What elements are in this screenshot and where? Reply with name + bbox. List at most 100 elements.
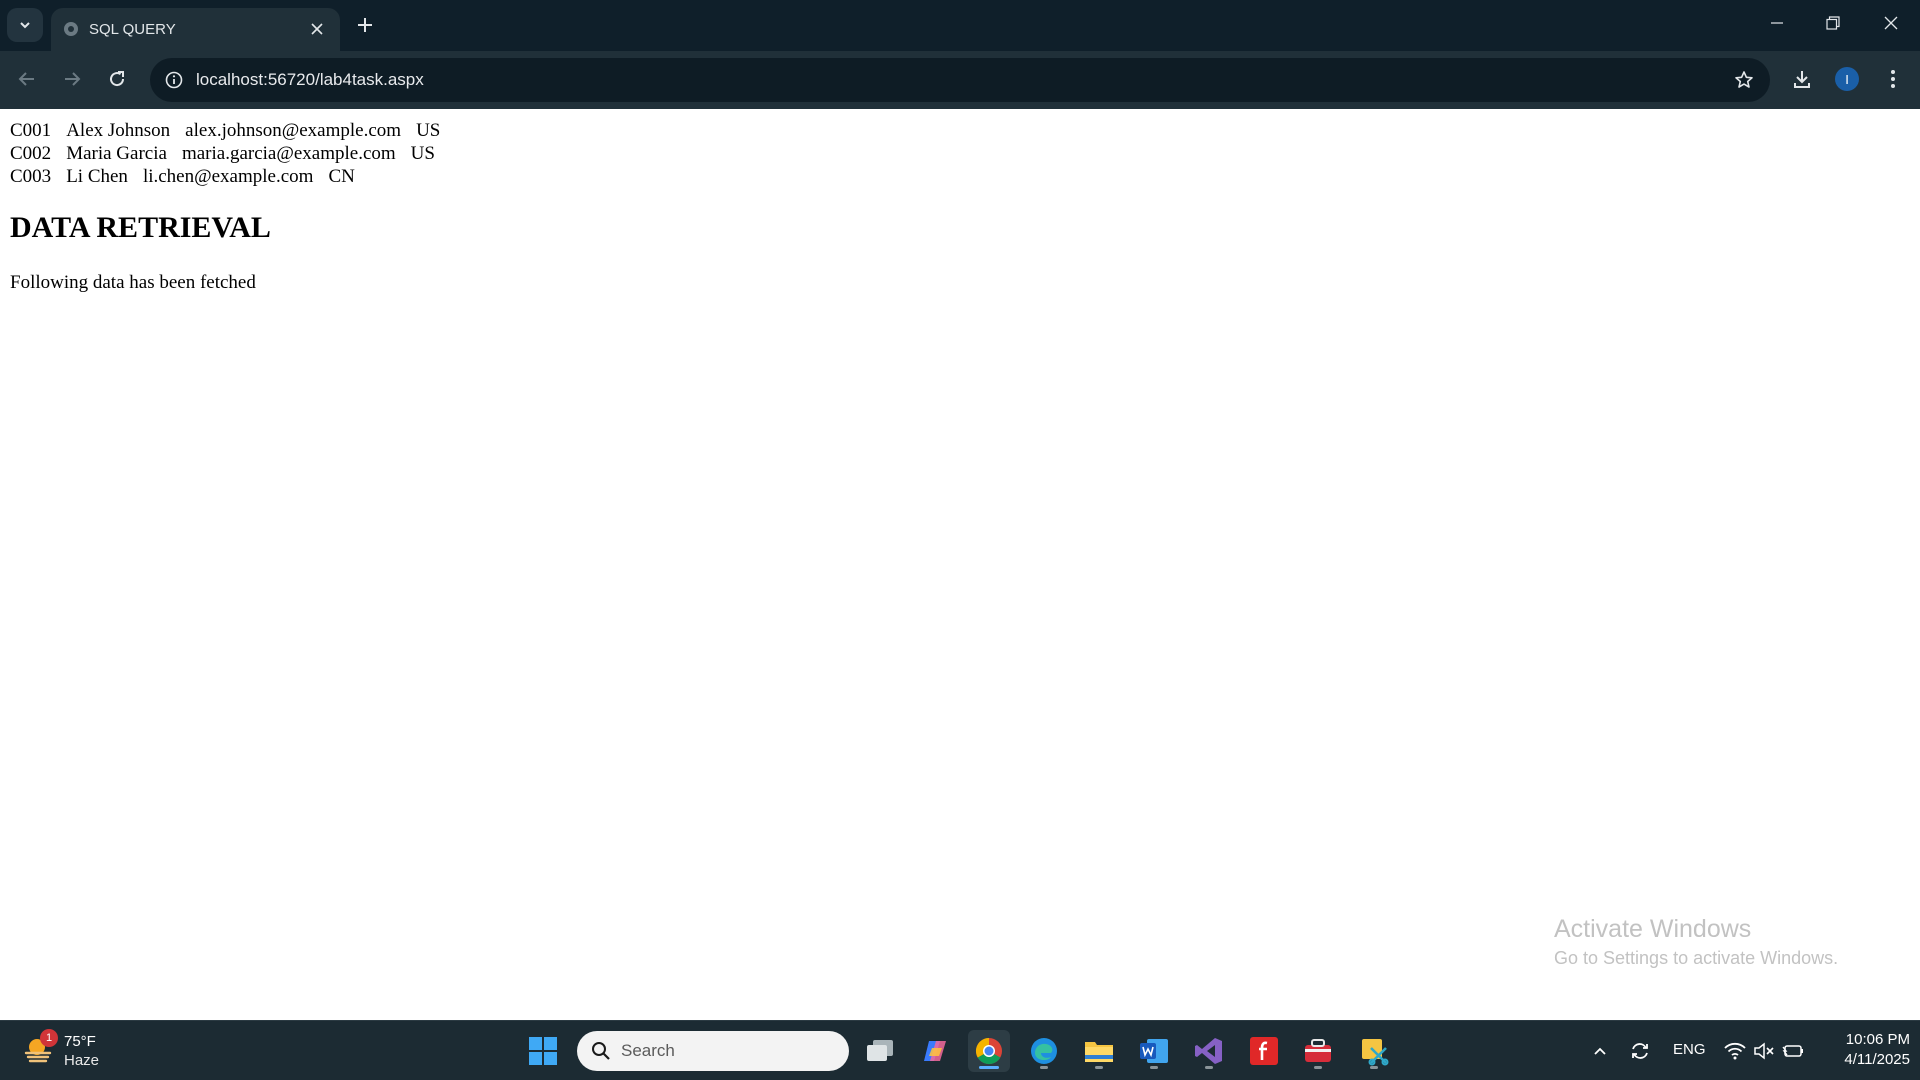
start-button[interactable] <box>522 1030 564 1072</box>
page-title: DATA RETRIEVAL <box>10 211 271 244</box>
task-view-icon <box>867 1040 893 1061</box>
weather-widget[interactable]: 1 75°F Haze <box>22 1029 112 1073</box>
close-tab-button[interactable] <box>306 18 328 40</box>
chevron-down-icon <box>20 22 30 29</box>
bookmark-button[interactable] <box>1732 68 1756 92</box>
running-indicator <box>1314 1066 1322 1069</box>
row-email: li.chen@example.com <box>142 166 314 187</box>
taskbar-edge[interactable] <box>1023 1030 1065 1072</box>
profile-button[interactable]: I <box>1831 63 1863 95</box>
chrome-icon <box>975 1037 1002 1065</box>
clock-time: 10:06 PM <box>1845 1031 1910 1048</box>
minimize-icon <box>1771 22 1783 24</box>
data-row: C002 Maria Garcia maria.garcia@example.com… <box>10 142 455 165</box>
notification-badge: 1 <box>40 1029 58 1047</box>
battery-button[interactable] <box>1781 1039 1805 1063</box>
restore-icon <box>1826 16 1840 30</box>
row-name: Alex Johnson <box>66 120 171 141</box>
watermark-title: Activate Windows <box>1554 915 1752 943</box>
taskbar-snipping-tool[interactable] <box>1353 1030 1395 1072</box>
taskbar-copilot[interactable] <box>914 1030 956 1072</box>
minimize-button[interactable] <box>1756 8 1798 38</box>
volume-button[interactable] <box>1752 1039 1776 1063</box>
row-name: Li Chen <box>66 166 128 187</box>
running-indicator <box>1040 1066 1048 1069</box>
taskbar-file-explorer[interactable] <box>1078 1030 1120 1072</box>
more-vertical-icon <box>1891 70 1895 88</box>
sync-tray-button[interactable] <box>1628 1039 1652 1063</box>
row-id: C001 <box>10 120 52 141</box>
data-rows: C001 Alex Johnson alex.johnson@example.com… <box>10 119 455 188</box>
running-indicator <box>1150 1066 1158 1069</box>
row-country: US <box>410 143 435 164</box>
tab-title: SQL QUERY <box>89 21 176 38</box>
clock-date: 4/11/2025 <box>1844 1051 1910 1068</box>
download-icon <box>1794 71 1810 88</box>
row-email: maria.garcia@example.com <box>181 143 396 164</box>
running-indicator <box>1095 1066 1103 1069</box>
toolbox-icon <box>1305 1039 1331 1062</box>
menu-button[interactable] <box>1877 63 1909 95</box>
windows-logo-icon <box>529 1037 557 1065</box>
browser-toolbar: localhost:56720/lab4task.aspx I <box>0 51 1920 109</box>
address-bar[interactable]: localhost:56720/lab4task.aspx <box>150 58 1770 102</box>
forward-button[interactable] <box>56 63 88 95</box>
globe-icon <box>64 22 78 36</box>
taskbar-chrome[interactable] <box>968 1030 1010 1072</box>
url-text[interactable]: localhost:56720/lab4task.aspx <box>196 70 424 90</box>
row-id: C002 <box>10 143 52 164</box>
browser-tab[interactable]: SQL QUERY <box>51 8 340 51</box>
data-row: C001 Alex Johnson alex.johnson@example.com… <box>10 119 455 142</box>
folder-icon <box>1085 1042 1113 1062</box>
running-indicator <box>1370 1066 1378 1069</box>
copilot-icon <box>924 1041 946 1061</box>
task-view-button[interactable] <box>859 1030 901 1072</box>
star-icon <box>1735 71 1753 88</box>
visual-studio-icon <box>1195 1038 1222 1064</box>
weather-temperature: 75°F <box>64 1033 96 1050</box>
row-country: CN <box>328 166 355 187</box>
running-indicator <box>1205 1066 1213 1069</box>
reload-button[interactable] <box>101 63 133 95</box>
close-icon <box>1884 16 1898 30</box>
browser-tab-bar: SQL QUERY <box>0 0 1920 51</box>
avatar: I <box>1835 67 1859 91</box>
taskbar-app-red[interactable] <box>1297 1030 1339 1072</box>
new-tab-button[interactable] <box>352 12 378 38</box>
system-clock[interactable]: 10:06 PM 4/11/2025 <box>1826 1030 1910 1070</box>
arrow-left-icon <box>18 72 34 86</box>
app-f-icon <box>1250 1037 1278 1065</box>
row-email: alex.johnson@example.com <box>185 120 402 141</box>
restore-button[interactable] <box>1812 8 1854 38</box>
page-content: C001 Alex Johnson alex.johnson@example.com… <box>0 109 1920 1020</box>
language-indicator[interactable]: ENG <box>1673 1041 1706 1058</box>
tab-search-button[interactable] <box>7 8 43 42</box>
battery-charging-icon <box>1782 1045 1803 1057</box>
taskbar-word[interactable] <box>1133 1030 1175 1072</box>
show-hidden-icons-button[interactable] <box>1588 1039 1612 1063</box>
network-button[interactable] <box>1723 1039 1747 1063</box>
downloads-button[interactable] <box>1786 63 1818 95</box>
row-country: US <box>416 120 441 141</box>
activation-watermark: Activate Windows Go to Settings to activ… <box>1554 914 1838 970</box>
taskbar-visual-studio[interactable] <box>1188 1030 1230 1072</box>
site-info-button[interactable] <box>162 68 186 92</box>
word-icon <box>1140 1039 1168 1063</box>
back-button[interactable] <box>11 63 43 95</box>
search-placeholder: Search <box>621 1041 675 1060</box>
sync-icon <box>1632 1043 1648 1059</box>
plus-icon <box>358 18 372 32</box>
data-row: C003 Li Chen li.chen@example.com CN <box>10 165 455 188</box>
close-window-button[interactable] <box>1870 8 1912 38</box>
chevron-up-icon <box>1594 1047 1606 1055</box>
taskbar-app-f[interactable] <box>1243 1030 1285 1072</box>
close-icon <box>311 23 323 35</box>
taskbar: 1 75°F Haze Search ENG 10:06 PM 4/11/202… <box>0 1020 1920 1080</box>
row-name: Maria Garcia <box>66 143 167 164</box>
arrow-right-icon <box>65 72 81 86</box>
weather-condition: Haze <box>64 1052 100 1069</box>
page-subtext: Following data has been fetched <box>10 272 256 293</box>
watermark-subtitle: Go to Settings to activate Windows. <box>1554 948 1839 968</box>
taskbar-search[interactable]: Search <box>577 1031 849 1071</box>
info-icon <box>165 71 183 89</box>
